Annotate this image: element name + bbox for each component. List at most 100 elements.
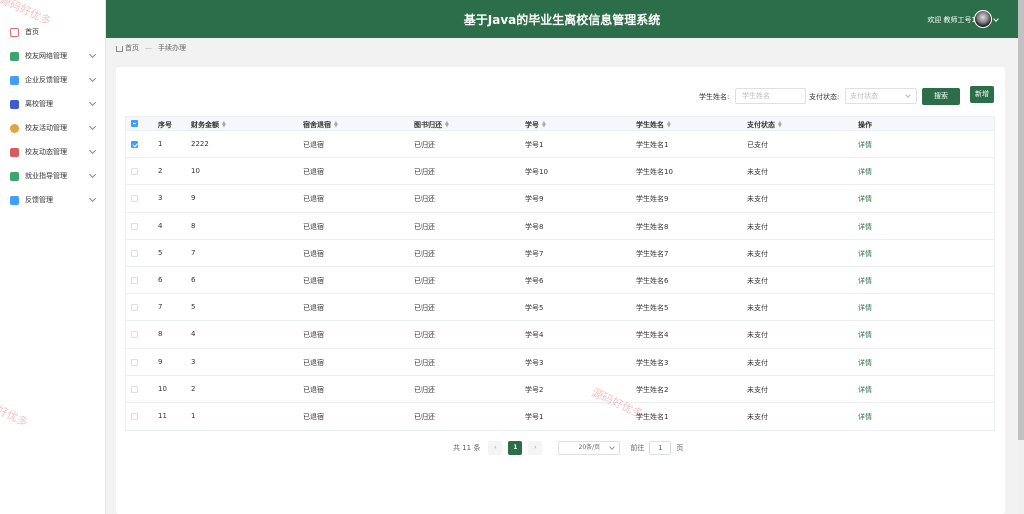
cell-name: 学生姓名6 (636, 276, 669, 285)
cell-dorm: 已退宿 (303, 195, 324, 204)
row-checkbox[interactable] (131, 276, 138, 284)
next-page-button[interactable]: › (528, 440, 543, 455)
payment-status-placeholder: 支付状态 (850, 92, 878, 100)
home-icon (10, 27, 19, 37)
detail-link[interactable]: 详情 (858, 330, 872, 340)
row-checkbox[interactable] (131, 385, 138, 393)
detail-link[interactable]: 详情 (858, 140, 872, 150)
cell-student_id: 学号6 (525, 276, 544, 285)
scrollbar-thumb[interactable] (1018, 0, 1024, 440)
detail-link[interactable]: 详情 (858, 385, 872, 395)
sort-icon[interactable]: ▲ ▼ (222, 121, 227, 129)
avatar[interactable] (974, 10, 992, 28)
cell-amount: 2 (191, 384, 196, 393)
column-header-3[interactable]: 图书归还 ▲ ▼ (414, 120, 450, 130)
sidebar-item-label: 反馈管理 (25, 196, 53, 204)
cell-name: 学生姓名10 (636, 168, 673, 177)
table-row: 9 3 已退宿 已归还 学号3 学生姓名3 未支付 详情 (126, 349, 994, 376)
detail-link[interactable]: 详情 (858, 412, 872, 422)
row-checkbox[interactable] (131, 168, 138, 176)
detail-link[interactable]: 详情 (858, 276, 872, 286)
sidebar-item-6[interactable]: 就业指导管理 (0, 164, 105, 188)
activity-icon (10, 123, 19, 133)
data-table: 序号 财务金额 ▲ ▼ 宿舍退宿 ▲ ▼ 图书归还 ▲ ▼ 学号 ▲ ▼ 学生姓名 ▲ ▼ 支付状态 ▲ ▼ 操作 1… (125, 116, 995, 432)
column-header-4[interactable]: 学号 ▲ ▼ (525, 120, 547, 130)
folder-icon (10, 75, 19, 85)
cell-dorm: 已退宿 (303, 331, 324, 340)
pagination-total: 共 11 条 (453, 443, 481, 452)
cell-status: 未支付 (747, 249, 768, 258)
cell-dorm: 已退宿 (303, 358, 324, 367)
row-checkbox[interactable] (131, 222, 138, 230)
payment-status-label: 支付状态: (809, 93, 840, 101)
column-header-7[interactable]: 操作 (858, 120, 872, 130)
detail-link[interactable]: 详情 (858, 249, 872, 259)
table-row: 4 8 已退宿 已归还 学号8 学生姓名8 未支付 详情 (126, 213, 994, 240)
breadcrumb-home[interactable]: 首页 (125, 43, 139, 53)
cell-status: 未支付 (747, 412, 768, 421)
cell-status: 未支付 (747, 304, 768, 313)
detail-link[interactable]: 详情 (858, 222, 872, 232)
sort-icon[interactable]: ▲ ▼ (542, 121, 547, 129)
sidebar-item-5[interactable]: 校友动态管理 (0, 140, 105, 164)
cell-student_id: 学号10 (525, 168, 548, 177)
page-number-1[interactable]: 1 (508, 440, 523, 455)
cell-status: 未支付 (747, 358, 768, 367)
sidebar-item-4[interactable]: 校友活动管理 (0, 116, 105, 140)
sidebar-item-label: 企业反馈管理 (25, 76, 67, 84)
column-header-label: 财务金额 (191, 121, 219, 129)
cell-name: 学生姓名2 (636, 385, 669, 394)
cell-books: 已归还 (414, 304, 435, 313)
row-checkbox[interactable] (131, 249, 138, 257)
detail-link[interactable]: 详情 (858, 303, 872, 313)
sort-icon[interactable]: ▲ ▼ (778, 121, 783, 129)
sort-icon[interactable]: ▲ ▼ (445, 121, 450, 129)
row-checkbox[interactable] (131, 304, 138, 312)
sidebar-item-label: 校友动态管理 (25, 148, 67, 156)
column-header-6[interactable]: 支付状态 ▲ ▼ (747, 120, 783, 130)
add-button[interactable]: 新增 (970, 86, 994, 103)
sidebar-item-3[interactable]: 离校管理 (0, 92, 105, 116)
sidebar-item-2[interactable]: 企业反馈管理 (0, 68, 105, 92)
row-checkbox[interactable] (131, 358, 138, 366)
sort-icon[interactable]: ▲ ▼ (334, 121, 339, 129)
cell-no: 4 (158, 221, 163, 230)
sort-icon[interactable]: ▲ ▼ (667, 121, 672, 129)
guide-icon (10, 171, 19, 181)
content-card: 学生姓名: 支付状态: 支付状态 搜索 新增 序号财务金额▲▼宿舍退宿▲▼图书归… (116, 67, 1005, 514)
table-row: 5 7 已退宿 已归还 学号7 学生姓名7 未支付 详情 (126, 240, 994, 267)
welcome-text[interactable]: 欢迎 教师工号1 (927, 15, 976, 25)
prev-page-button[interactable]: ‹ (488, 440, 503, 455)
cell-name: 学生姓名9 (636, 195, 669, 204)
sidebar-item-label: 就业指导管理 (25, 172, 67, 180)
page-scrollbar[interactable] (1018, 0, 1024, 514)
student-name-input[interactable] (735, 88, 806, 104)
cell-student_id: 学号2 (525, 385, 544, 394)
sidebar-item-label: 校友网络管理 (25, 52, 67, 60)
row-checkbox[interactable] (131, 412, 138, 420)
sidebar-item-1[interactable]: 校友网络管理 (0, 44, 105, 68)
feedback-icon (10, 195, 19, 205)
cell-no: 10 (158, 384, 167, 393)
sidebar-item-0[interactable]: 首页 (0, 20, 105, 44)
goto-page-input[interactable]: 1 (649, 440, 672, 455)
cell-no: 2 (158, 167, 163, 176)
sidebar-item-7[interactable]: 反馈管理 (0, 188, 105, 212)
column-header-2[interactable]: 宿舍退宿 ▲ ▼ (303, 120, 339, 130)
row-checkbox[interactable] (131, 141, 138, 148)
page-size-select[interactable]: 20条/页 (558, 440, 621, 455)
cell-student_id: 学号9 (525, 195, 544, 204)
payment-status-select[interactable]: 支付状态 (845, 88, 917, 104)
row-checkbox[interactable] (131, 331, 138, 339)
detail-link[interactable]: 详情 (858, 358, 872, 368)
column-header-5[interactable]: 学生姓名 ▲ ▼ (636, 120, 672, 130)
select-all-checkbox[interactable] (131, 120, 138, 127)
detail-link[interactable]: 详情 (858, 167, 872, 177)
detail-link[interactable]: 详情 (858, 194, 872, 204)
search-button[interactable]: 搜索 (922, 88, 960, 105)
page-size-value: 20条/页 (578, 443, 601, 451)
cell-amount: 8 (191, 221, 196, 230)
cell-books: 已归还 (414, 412, 435, 421)
column-header-1[interactable]: 财务金额 ▲ ▼ (191, 120, 227, 130)
row-checkbox[interactable] (131, 195, 138, 203)
